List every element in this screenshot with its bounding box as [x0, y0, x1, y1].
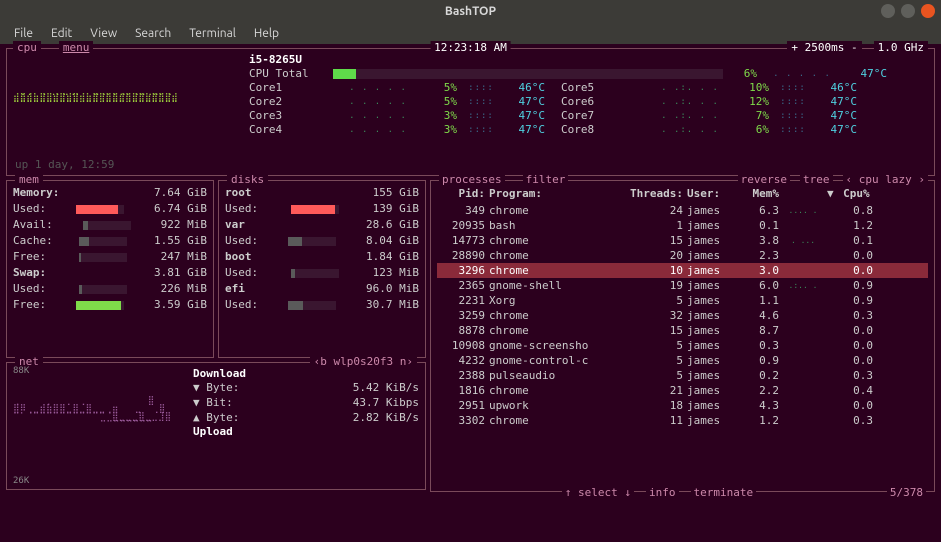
close-icon[interactable] — [921, 4, 935, 18]
arrow-icon: ▼ — [193, 381, 200, 394]
upload-heading: Upload — [193, 425, 419, 438]
process-row[interactable]: 8878chrome15james8.70.0 — [437, 323, 928, 338]
minimize-icon[interactable] — [881, 4, 895, 18]
download-heading: Download — [193, 367, 419, 380]
mem-row: Free:247 MiB — [13, 249, 207, 265]
process-row[interactable]: 10908gnome-screensho5james0.30.0 — [437, 338, 928, 353]
arrow-icon: ▼ — [193, 396, 200, 409]
process-row[interactable]: 2951upwork18james4.30.0 — [437, 398, 928, 413]
mem-row: Avail:922 MiB — [13, 217, 207, 233]
net-row: ▼ Bit:43.7 Kibps — [193, 395, 419, 410]
cpu-history-graph: ⢀⢀ ⡀⢀⡀⣀⢀⡀ ⣀⢀⡀⡀⣀⡀⢀⣀⢀⣀⡀⢀ ⣾⣿⣾⣷⣿⣿⣾⣿⣾⣿⣾⣷⣿⣿⣿⣿⣾… — [13, 53, 243, 171]
mem-row: Used:30.7 MiB — [225, 297, 419, 313]
mem-row: Swap:3.81 GiB — [13, 265, 207, 281]
process-row[interactable]: 3296chrome10james3.00.0 — [437, 263, 928, 278]
process-row[interactable]: 20935bash1james0.11.2 — [437, 218, 928, 233]
mem-row: root155 GiB — [225, 185, 419, 201]
reverse-tab[interactable]: reverse — [738, 173, 790, 186]
disks-tab[interactable]: disks — [227, 173, 268, 186]
process-row[interactable]: 4232gnome-control-c5james0.90.0 — [437, 353, 928, 368]
clock: 12:23:18 AM — [430, 41, 511, 54]
process-row[interactable]: 2231Xorg5james1.10.9 — [437, 293, 928, 308]
processes-panel: processes filter reverse tree ‹ cpu lazy… — [430, 180, 935, 492]
process-count: 5/378 — [887, 486, 926, 499]
menu-view[interactable]: View — [82, 25, 125, 42]
tree-tab[interactable]: tree — [800, 173, 833, 186]
mem-row: Memory:7.64 GiB — [13, 185, 207, 201]
mem-row: Used:139 GiB — [225, 201, 419, 217]
process-row[interactable]: 349chrome24james6.3.... .0.8 — [437, 203, 928, 218]
cpu-model: i5-8265U — [249, 53, 302, 67]
process-row[interactable]: 3259chrome32james4.60.3 — [437, 308, 928, 323]
processes-tab[interactable]: processes — [439, 173, 505, 186]
mem-row: Free:3.59 GiB — [13, 297, 207, 313]
sort-tab[interactable]: ‹ cpu lazy › — [843, 173, 928, 186]
titlebar: BashTOP — [0, 0, 941, 22]
menu-terminal[interactable]: Terminal — [181, 25, 244, 42]
arrow-icon: ▲ — [193, 411, 200, 424]
window-controls — [881, 4, 935, 18]
process-header: Pid: Program: Threads: User: Mem% ▼ Cpu% — [437, 185, 928, 203]
net-graph: 88K ⢀ ⡀ ⢀ ⡀ ⣿ ⣿⠿⢀⣀⣾⣷⣿⣿⣀⣿⣀⣿⣀⣀⢀⣶ ⣀ ⢀⣿ ⠉⠁⠈⠉… — [13, 367, 183, 485]
mem-row: Used:123 MiB — [225, 265, 419, 281]
select-hint: ↑ select ↓ — [562, 486, 634, 499]
net-row: ▲ Byte:2.82 KiB/s — [193, 410, 419, 425]
menu-help[interactable]: Help — [246, 25, 287, 42]
mem-row: efi96.0 MiB — [225, 281, 419, 297]
process-row[interactable]: 2388pulseaudio5james0.20.3 — [437, 368, 928, 383]
mem-row: boot1.84 GiB — [225, 249, 419, 265]
cpu-panel: cpu menu 12:23:18 AM + 2500ms - 1.0 GHz … — [6, 48, 935, 176]
process-row[interactable]: 14773chrome15james3.8. ...0.1 — [437, 233, 928, 248]
process-row[interactable]: 28890chrome20james2.30.0 — [437, 248, 928, 263]
menu-search[interactable]: Search — [127, 25, 179, 42]
mem-row: var28.6 GiB — [225, 217, 419, 233]
process-row[interactable]: 3302chrome11james1.20.3 — [437, 413, 928, 428]
update-interval[interactable]: + 2500ms - — [787, 41, 861, 54]
filter-tab[interactable]: filter — [523, 173, 569, 186]
maximize-icon[interactable] — [901, 4, 915, 18]
info-button[interactable]: info — [646, 486, 679, 499]
disks-panel: disks root155 GiBUsed:139 GiBvar28.6 GiB… — [218, 180, 426, 358]
menu-edit[interactable]: Edit — [43, 25, 80, 42]
uptime: up 1 day, 12:59 — [15, 158, 114, 171]
mem-row: Cache:1.55 GiB — [13, 233, 207, 249]
sort-arrow-icon: ▼ — [827, 187, 834, 200]
mem-panel: mem Memory:7.64 GiBUsed:6.74 GiBAvail:92… — [6, 180, 214, 358]
net-row: ▼ Byte:5.42 KiB/s — [193, 380, 419, 395]
terminate-button[interactable]: terminate — [691, 486, 757, 499]
mem-row: Used:6.74 GiB — [13, 201, 207, 217]
mem-tab[interactable]: mem — [15, 173, 43, 186]
process-row[interactable]: 1816chrome21james2.20.4 — [437, 383, 928, 398]
net-iface[interactable]: ‹b wlp0s20f3 n› — [310, 355, 417, 368]
cpu-tab[interactable]: cpu — [13, 41, 41, 54]
menu-file[interactable]: File — [6, 25, 41, 42]
mem-row: Used:226 MiB — [13, 281, 207, 297]
cpu-freq: 1.0 GHz — [874, 41, 928, 54]
net-panel: net ‹b wlp0s20f3 n› 88K ⢀ ⡀ ⢀ ⡀ ⣿ ⣿⠿⢀⣀⣾⣷… — [6, 362, 426, 490]
process-row[interactable]: 2365gnome-shell19james6.0.:.. .0.9 — [437, 278, 928, 293]
menu-tab[interactable]: menu — [59, 41, 94, 54]
window-title: BashTOP — [445, 5, 496, 18]
mem-row: Used:8.04 GiB — [225, 233, 419, 249]
